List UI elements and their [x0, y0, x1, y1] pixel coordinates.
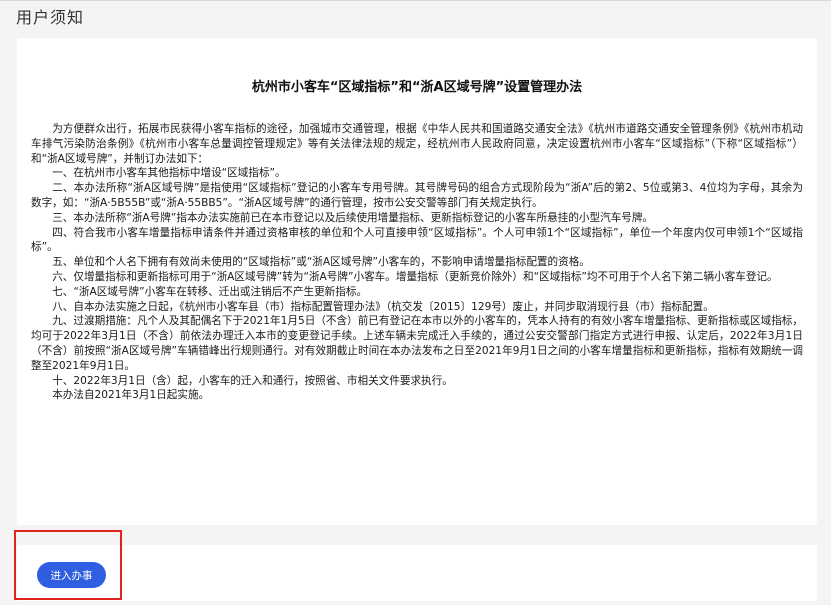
document-paragraph-3: 三、本办法所称“浙A号牌”指本办法实施前已在本市登记以及后续使用增量指标、更新指… [52, 211, 654, 224]
document-paragraph-8: 八、自本办法实施之日起，《杭州市小客车县（市）指标配置管理办法》（杭交发〔201… [52, 300, 714, 313]
document-paragraph-intro: 为方便群众出行，拓展市民获得小客车指标的途径，加强城市交通管理，根据《中华人民共… [31, 123, 803, 165]
top-divider [0, 0, 831, 1]
notice-document-card: 杭州市小客车“区域指标”和“浙A区域号牌”设置管理办法 为方便群众出行，拓展市民… [17, 38, 817, 525]
page-title: 用户须知 [16, 8, 85, 27]
document-paragraph-9: 九、过渡期措施：凡个人及其配偶名下于2021年1月5日（不含）前已有登记在本市以… [31, 315, 803, 372]
document-paragraph-6: 六、仅增量指标和更新指标可用于“浙A区域号牌”转为“浙A号牌”小客车。增量指标（… [52, 270, 778, 283]
document-paragraph-1: 一、在杭州市小客车其他指标中增设“区域指标”。 [52, 167, 286, 180]
enter-service-button[interactable]: 进入办事 [37, 562, 106, 588]
document-paragraph-2: 二、本办法所称“浙A区域号牌”是指使用“区域指标”登记的小客车专用号牌。其号牌号… [31, 182, 803, 209]
document-title: 杭州市小客车“区域指标”和“浙A区域号牌”设置管理办法 [251, 80, 583, 95]
document-body: 为方便群众出行，拓展市民获得小客车指标的途径，加强城市交通管理，根据《中华人民共… [31, 122, 803, 403]
document-paragraph-10: 十、2022年3月1日（含）起，小客车的迁入和通行，按照省、市相关文件要求执行。 [52, 374, 453, 387]
document-paragraph-effective-date: 本办法自2021年3月1日起实施。 [52, 389, 210, 402]
document-paragraph-7: 七、“浙A区域号牌”小客车在转移、迁出或注销后不产生更新指标。 [52, 285, 368, 298]
action-bar: 进入办事 [17, 545, 817, 601]
document-paragraph-4: 四、符合我市小客车增量指标申请条件并通过资格审核的单位和个人可直接申领“区域指标… [31, 226, 803, 254]
document-paragraph-5: 五、单位和个人名下拥有有效尚未使用的“区域指标”或“浙A区域号牌”小客车的，不影… [52, 256, 590, 269]
